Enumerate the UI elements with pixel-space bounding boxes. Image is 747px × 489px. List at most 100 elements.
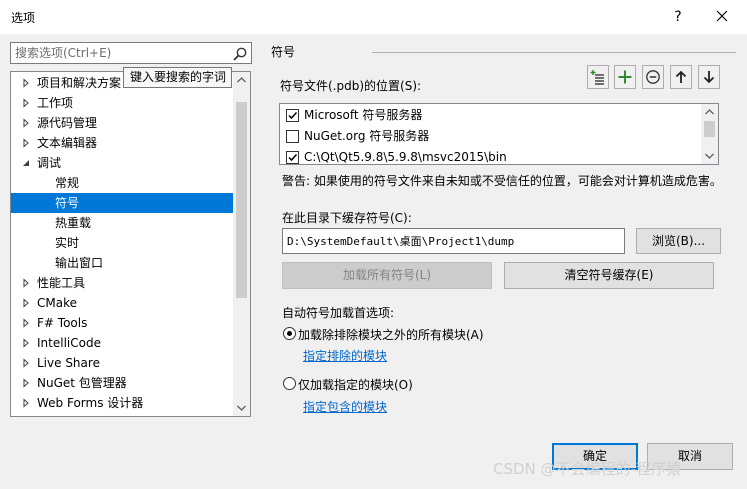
tree-item-label: F# Tools: [37, 316, 88, 330]
window-title: 选项: [11, 11, 36, 25]
tree-item-label: 输出窗口: [55, 256, 104, 270]
radio-load-all[interactable]: [283, 327, 296, 340]
tree-item-label: IntelliCode: [37, 336, 101, 350]
tree-item[interactable]: 源代码管理: [11, 113, 233, 133]
tree-item-label: 性能工具: [37, 276, 86, 290]
expand-arrow-icon[interactable]: [21, 313, 31, 333]
tree-item-label: 工作项: [37, 96, 74, 110]
expand-arrow-icon[interactable]: [21, 93, 31, 113]
checkmark-icon: [288, 111, 298, 120]
tree-item[interactable]: NuGet 包管理器: [11, 373, 233, 393]
new-location-icon: [590, 70, 604, 85]
close-icon: [716, 10, 728, 22]
tree-item[interactable]: 输出窗口: [11, 253, 233, 273]
browse-button[interactable]: 浏览(B)...: [636, 228, 721, 254]
tree-item-label: 热重载: [55, 216, 92, 230]
tree-item-label: 调试: [37, 156, 62, 170]
tree-item[interactable]: 实时: [11, 233, 233, 253]
tree-item[interactable]: CMake: [11, 293, 233, 313]
radio-dot: [287, 331, 292, 336]
radio-load-specified-label[interactable]: 仅加载指定的模块(O): [298, 376, 413, 393]
radio-load-all-label[interactable]: 加载除排除模块之外的所有模块(A): [298, 326, 484, 343]
tree-item[interactable]: Web Forms 设计器: [11, 393, 233, 413]
plus-icon: [618, 70, 632, 84]
symbol-source-label: NuGet.org 符号服务器: [304, 129, 430, 143]
list-scroll-thumb[interactable]: [704, 121, 715, 137]
move-up-button[interactable]: [670, 65, 692, 89]
radio-load-specified[interactable]: [283, 377, 296, 390]
collapse-arrow-icon[interactable]: [21, 153, 31, 173]
help-button[interactable]: ?: [668, 6, 688, 28]
clear-cache-button[interactable]: 清空符号缓存(E): [504, 262, 714, 289]
cache-path-input[interactable]: [287, 234, 617, 247]
tree-item-label: 文本编辑器: [37, 136, 98, 150]
tree-item[interactable]: 工作项: [11, 93, 233, 113]
tree-item-label: 实时: [55, 236, 80, 250]
title-bar: [0, 0, 747, 34]
tree-scrollbar[interactable]: [233, 72, 250, 416]
close-button[interactable]: [710, 6, 734, 28]
symbol-source-label: C:\Qt\Qt5.9.8\5.9.8\msvc2015\bin: [304, 150, 507, 164]
options-tree[interactable]: 项目和解决方案 工作项源代码管理文本编辑器调试常规符号热重载实时输出窗口性能工具 C…: [10, 71, 251, 417]
chevron-down-icon: [237, 405, 246, 411]
cache-path-field[interactable]: [282, 228, 625, 254]
minus-circle-icon: [646, 70, 660, 84]
expand-arrow-icon[interactable]: [21, 133, 31, 153]
section-divider: [372, 52, 736, 53]
expand-arrow-icon[interactable]: [21, 333, 31, 353]
expand-arrow-icon[interactable]: [21, 373, 31, 393]
expand-arrow-icon[interactable]: [21, 293, 31, 313]
tree-item-label: 项目和解决方案: [37, 76, 122, 90]
symbol-files-label: 符号文件(.pdb)的位置(S):: [280, 79, 422, 93]
symbol-locations-list[interactable]: Microsoft 符号服务器 NuGet.org 符号服务器 C:\Qt\Qt5.…: [279, 103, 719, 165]
expand-arrow-icon[interactable]: [21, 73, 31, 93]
chevron-down-icon: [705, 153, 714, 159]
tree-item[interactable]: IntelliCode: [11, 333, 233, 353]
excluded-modules-link[interactable]: 指定排除的模块: [303, 347, 387, 364]
search-icon[interactable]: [232, 46, 248, 62]
list-scrollbar[interactable]: [701, 104, 718, 164]
expand-arrow-icon[interactable]: [21, 393, 31, 413]
tree-item[interactable]: 调试: [11, 153, 233, 173]
tree-item[interactable]: Live Share: [11, 353, 233, 373]
remove-location-button[interactable]: [642, 65, 664, 89]
tree-item[interactable]: 热重载: [11, 213, 233, 233]
tree-item-label: 常规: [55, 176, 80, 190]
arrow-down-icon: [703, 71, 715, 84]
tree-item-label: 符号: [55, 196, 80, 210]
auto-load-label: 自动符号加载首选项:: [282, 306, 395, 320]
new-folder-button[interactable]: [587, 65, 609, 89]
symbol-source-checkbox[interactable]: [286, 109, 299, 122]
chevron-up-icon: [237, 77, 246, 83]
scroll-thumb[interactable]: [236, 102, 247, 298]
symbol-source-label: Microsoft 符号服务器: [304, 108, 423, 122]
expand-arrow-icon[interactable]: [21, 273, 31, 293]
included-modules-link[interactable]: 指定包含的模块: [303, 398, 387, 415]
symbol-source-checkbox[interactable]: [286, 151, 299, 164]
section-title: 符号: [271, 45, 296, 59]
tree-item[interactable]: 性能工具: [11, 273, 233, 293]
tree-item-label: NuGet 包管理器: [37, 376, 127, 390]
symbol-source-checkbox[interactable]: [286, 130, 299, 143]
expand-arrow-icon[interactable]: [21, 113, 31, 133]
tree-item[interactable]: 文本编辑器: [11, 133, 233, 153]
tree-item[interactable]: 符号: [11, 193, 233, 213]
scroll-down-button[interactable]: [233, 399, 250, 416]
search-input[interactable]: [15, 45, 225, 61]
warning-text: 警告: 如果使用的符号文件来自未知或不受信任的位置，可能会对计算机造成危害。: [282, 174, 722, 188]
scroll-up-button[interactable]: [233, 72, 250, 89]
expand-arrow-icon[interactable]: [21, 353, 31, 373]
tree-item-label: Web Forms 设计器: [37, 396, 144, 410]
search-box[interactable]: [10, 42, 252, 64]
search-tooltip: 键入要搜索的字词: [123, 67, 232, 88]
move-down-button[interactable]: [698, 65, 720, 89]
chevron-up-icon: [705, 109, 714, 115]
load-all-symbols-button[interactable]: 加载所有符号(L): [282, 262, 492, 289]
watermark-text: CSDN @不会编程的-程序猿: [493, 460, 681, 478]
arrow-up-icon: [675, 70, 687, 83]
add-location-button[interactable]: [614, 65, 636, 89]
tree-item[interactable]: F# Tools: [11, 313, 233, 333]
tree-item-label: CMake: [37, 296, 77, 310]
cache-label: 在此目录下缓存符号(C):: [282, 211, 412, 225]
tree-item[interactable]: 常规: [11, 173, 233, 193]
